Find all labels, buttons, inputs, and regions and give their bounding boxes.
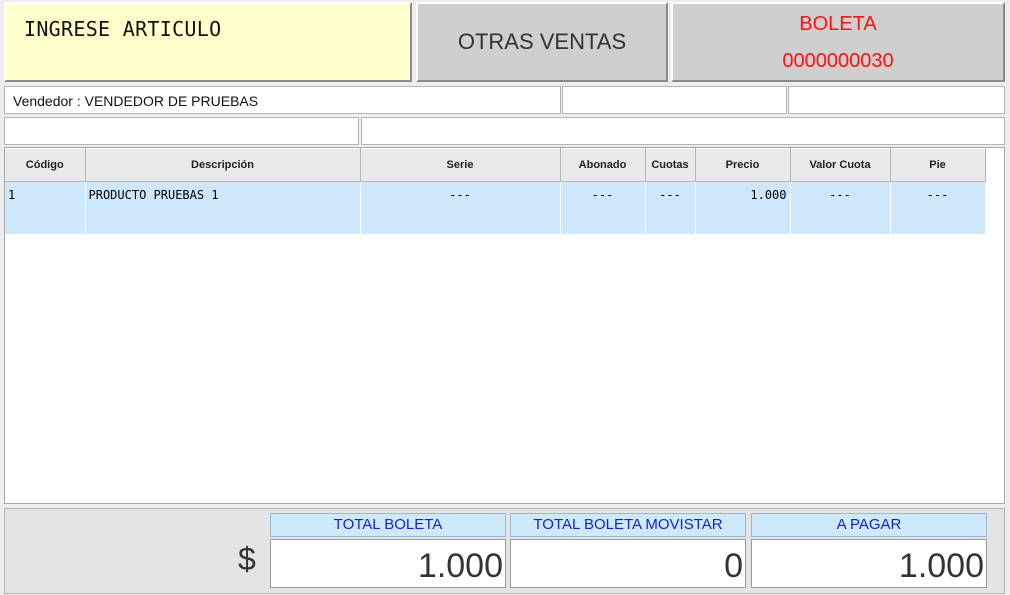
total-movistar-label: TOTAL BOLETA MOVISTAR xyxy=(510,513,746,537)
article-entry-label: INGRESE ARTICULO xyxy=(24,17,222,41)
table-header-row: Código Descripción Serie Abonado Cuotas … xyxy=(5,148,986,182)
cell-codigo: 1 xyxy=(5,181,86,234)
receipt-label: BOLETA xyxy=(799,13,877,35)
a-pagar-value: 1.000 xyxy=(751,539,987,588)
receipt-panel: BOLETA 0000000030 xyxy=(671,2,1005,82)
info-field-4 xyxy=(4,117,359,145)
article-entry-field[interactable]: INGRESE ARTICULO xyxy=(4,2,412,82)
seller-text: Vendedor : VENDEDOR DE PRUEBAS xyxy=(13,93,259,109)
currency-symbol: $ xyxy=(238,541,256,577)
column-header-valor-cuota[interactable]: Valor Cuota xyxy=(790,148,891,182)
cell-abonado: --- xyxy=(560,181,646,234)
total-boleta-label: TOTAL BOLETA xyxy=(270,513,506,537)
column-header-serie[interactable]: Serie xyxy=(360,148,561,182)
seller-field: Vendedor : VENDEDOR DE PRUEBAS xyxy=(4,86,561,114)
receipt-number: 0000000030 xyxy=(782,50,894,72)
cell-precio: 1.000 xyxy=(695,181,791,234)
total-movistar-value: 0 xyxy=(510,539,746,588)
column-header-cuotas[interactable]: Cuotas xyxy=(645,148,696,182)
items-table[interactable]: Código Descripción Serie Abonado Cuotas … xyxy=(4,147,1005,504)
cell-descripcion: PRODUCTO PRUEBAS 1 xyxy=(85,181,361,234)
column-header-descripcion[interactable]: Descripción xyxy=(85,148,361,182)
other-sales-button[interactable]: OTRAS VENTAS xyxy=(416,2,668,82)
info-field-3 xyxy=(788,86,1005,114)
column-header-abonado[interactable]: Abonado xyxy=(560,148,646,182)
info-field-5 xyxy=(361,117,1005,145)
info-field-2 xyxy=(562,86,787,114)
a-pagar-label: A PAGAR xyxy=(751,513,987,537)
cell-cuotas: --- xyxy=(645,181,696,234)
cell-valor-cuota: --- xyxy=(790,181,891,234)
column-header-precio[interactable]: Precio xyxy=(695,148,791,182)
table-row[interactable]: 1 PRODUCTO PRUEBAS 1 --- --- --- 1.000 -… xyxy=(5,181,986,234)
cell-pie: --- xyxy=(890,181,986,234)
total-boleta-value: 1.000 xyxy=(270,539,506,588)
cell-serie: --- xyxy=(360,181,561,234)
other-sales-label: OTRAS VENTAS xyxy=(457,29,627,54)
column-header-codigo[interactable]: Código xyxy=(5,148,86,182)
column-header-pie[interactable]: Pie xyxy=(890,148,986,182)
